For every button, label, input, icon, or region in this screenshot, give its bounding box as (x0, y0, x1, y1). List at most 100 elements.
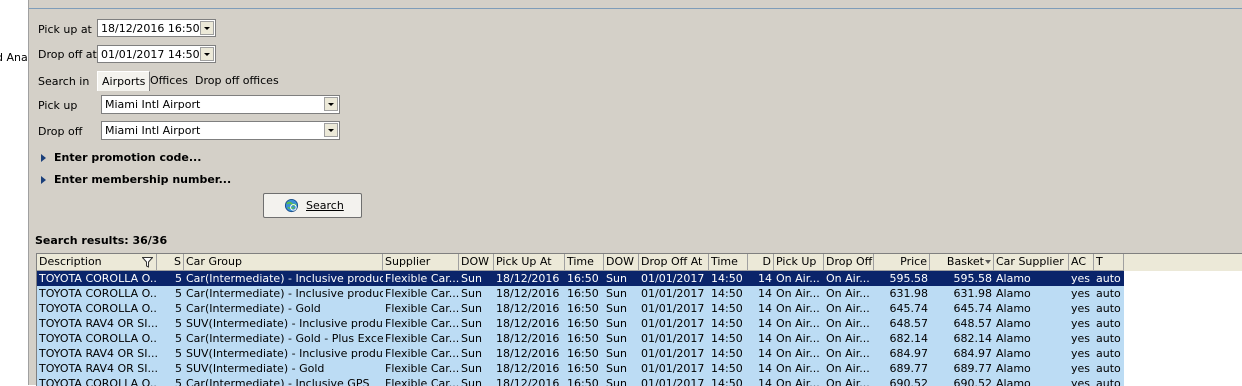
promotion-expander[interactable]: Enter promotion code... (41, 151, 201, 164)
cell-basket: 684.97 (953, 347, 993, 360)
cell-dow: Sun (461, 302, 482, 315)
cell-time: 16:50 (567, 287, 599, 300)
table-row[interactable]: TOYOTA COROLLA O... 5 Car(Intermediate) - … (37, 286, 1124, 301)
cell-car-group: Car(Intermediate) - Inclusive product (186, 272, 383, 285)
cell-d: 14 (758, 302, 772, 315)
table-row[interactable]: TOYOTA COROLLA O... 5 Car(Intermediate) - … (37, 271, 1124, 286)
cell-time: 16:50 (567, 347, 599, 360)
column-header-time-2[interactable]: Time (709, 254, 748, 271)
dropoff-label: Drop off (38, 125, 83, 138)
cell-dow-2: Sun (606, 347, 627, 360)
results-grid[interactable]: Description S Car Group Supplier DOW Pick Up … (36, 253, 1242, 386)
cell-description: TOYOTA COROLLA O... (39, 272, 157, 285)
pickup-location-value: Miami Intl Airport (105, 98, 201, 111)
cell-description: TOYOTA RAV4 OR SI... (39, 362, 157, 375)
pickup-label: Pick up (38, 99, 78, 112)
chevron-down-icon[interactable] (200, 47, 214, 61)
column-header-car-group[interactable]: Car Group (184, 254, 383, 271)
cell-drop-off: On Air... (826, 272, 870, 285)
cell-description: TOYOTA COROLLA O... (39, 287, 157, 300)
cell-basket: 645.74 (953, 302, 993, 315)
tab-airports[interactable]: Airports (97, 71, 151, 91)
table-row[interactable]: TOYOTA RAV4 OR SI... 5 SUV(Intermediate) -… (37, 361, 1124, 376)
cell-time-2: 14:50 (711, 287, 743, 300)
search-button[interactable]: Search (263, 193, 362, 218)
cell-s: 5 (175, 317, 182, 330)
cell-drop-off-at: 01/01/2017 (641, 347, 705, 360)
cell-d: 14 (758, 272, 772, 285)
cell-drop-off-at: 01/01/2017 (641, 332, 705, 345)
dropoff-location-value: Miami Intl Airport (105, 124, 201, 137)
column-header-d[interactable]: D (748, 254, 774, 271)
cell-basket: 682.14 (953, 332, 993, 345)
cell-s: 5 (175, 332, 182, 345)
cell-pick-up: On Air... (776, 302, 820, 315)
column-header-drop-off[interactable]: Drop Off (824, 254, 874, 271)
pickup-at-picker[interactable]: 18/12/2016 16:50 (97, 19, 216, 37)
table-row[interactable]: TOYOTA RAV4 OR SI... 5 SUV(Intermediate) -… (37, 316, 1124, 331)
cell-car-supplier: Alamo (996, 302, 1031, 315)
dropoff-at-label: Drop off at (38, 48, 97, 61)
cell-pick-up-at: 18/12/2016 (496, 317, 560, 330)
top-bar (29, 0, 1242, 9)
cell-pick-up-at: 18/12/2016 (496, 347, 560, 360)
cell-time: 16:50 (567, 302, 599, 315)
cell-price: 595.58 (889, 272, 929, 285)
cell-basket: 631.98 (953, 287, 993, 300)
tab-offices[interactable]: Offices (146, 71, 192, 91)
chevron-down-icon[interactable] (324, 123, 338, 137)
table-row[interactable]: TOYOTA COROLLA O... 5 Car(Intermediate) - … (37, 301, 1124, 316)
column-header-drop-off-at[interactable]: Drop Off At (639, 254, 709, 271)
cell-car-supplier: Alamo (996, 287, 1031, 300)
promotion-label: Enter promotion code... (54, 151, 202, 164)
dropoff-location-select[interactable]: Miami Intl Airport (101, 121, 340, 140)
column-header-s[interactable]: S (157, 254, 184, 271)
cell-time: 16:50 (567, 272, 599, 285)
column-header-dow[interactable]: DOW (459, 254, 494, 271)
chevron-down-icon[interactable] (200, 21, 214, 35)
cell-time-2: 14:50 (711, 362, 743, 375)
cell-s: 5 (175, 347, 182, 360)
cell-dow-2: Sun (606, 272, 627, 285)
column-header-supplier[interactable]: Supplier (383, 254, 459, 271)
cell-basket: 689.77 (953, 362, 993, 375)
column-header-pick-up[interactable]: Pick Up (774, 254, 824, 271)
tab-drop-off-offices[interactable]: Drop off offices (191, 71, 283, 91)
cell-car-supplier: Alamo (996, 317, 1031, 330)
column-header-basket[interactable]: Basket (930, 254, 994, 271)
table-row[interactable]: TOYOTA RAV4 OR SI... 5 SUV(Intermediate) -… (37, 346, 1124, 361)
column-header-dow-2[interactable]: DOW (604, 254, 639, 271)
column-header-description[interactable]: Description (37, 254, 157, 271)
cell-d: 14 (758, 287, 772, 300)
cell-drop-off: On Air... (826, 347, 870, 360)
cell-drop-off: On Air... (826, 302, 870, 315)
membership-expander[interactable]: Enter membership number... (41, 173, 231, 186)
cell-t: auto (1096, 362, 1121, 375)
cell-drop-off: On Air... (826, 362, 870, 375)
cell-car-group: Car(Intermediate) - Gold (186, 302, 321, 315)
column-header-pick-up-at[interactable]: Pick Up At (494, 254, 565, 271)
cell-dow-2: Sun (606, 332, 627, 345)
column-header-ac[interactable]: AC (1069, 254, 1094, 271)
pickup-location-select[interactable]: Miami Intl Airport (101, 95, 340, 114)
cell-drop-off-at: 01/01/2017 (641, 272, 705, 285)
column-header-car-supplier[interactable]: Car Supplier (994, 254, 1069, 271)
chevron-down-icon[interactable] (324, 97, 338, 111)
dropoff-at-picker[interactable]: 01/01/2017 14:50 (97, 45, 216, 63)
cell-dow-2: Sun (606, 287, 627, 300)
filter-icon[interactable] (142, 257, 153, 268)
cell-pick-up-at: 18/12/2016 (496, 332, 560, 345)
cell-description: TOYOTA COROLLA O... (39, 332, 157, 345)
pickup-at-value: 18/12/2016 16:50 (101, 22, 200, 35)
cell-car-group: SUV(Intermediate) - Inclusive product... (186, 347, 383, 360)
cell-t: auto (1096, 302, 1121, 315)
column-header-t[interactable]: T (1094, 254, 1124, 271)
cell-pick-up: On Air... (776, 347, 820, 360)
column-header-price[interactable]: Price (874, 254, 930, 271)
cell-car-supplier: Alamo (996, 332, 1031, 345)
table-row[interactable]: TOYOTA COROLLA O... 5 Car(Intermediate) - … (37, 331, 1124, 346)
cell-ac: yes (1071, 287, 1091, 300)
cell-pick-up: On Air... (776, 332, 820, 345)
grid-header: Description S Car Group Supplier DOW Pick Up … (37, 254, 1242, 271)
column-header-time[interactable]: Time (565, 254, 604, 271)
